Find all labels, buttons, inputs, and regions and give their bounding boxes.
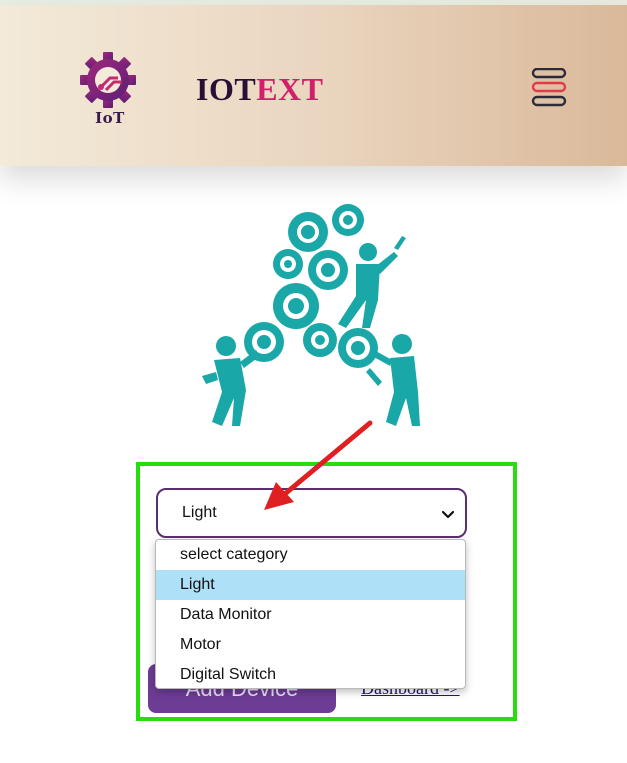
annotation-arrow-icon bbox=[264, 420, 373, 510]
people-with-gears-illustration bbox=[202, 204, 420, 426]
category-select-value: Light bbox=[182, 504, 217, 521]
category-dropdown-list: select category Light Data Monitor Motor… bbox=[155, 539, 466, 689]
hamburger-menu-icon[interactable] bbox=[529, 68, 569, 108]
option-motor[interactable]: Motor bbox=[156, 630, 465, 660]
site-header: IoT IOTEXT bbox=[0, 5, 627, 166]
option-data-monitor[interactable]: Data Monitor bbox=[156, 600, 465, 630]
option-light[interactable]: Light bbox=[156, 570, 465, 600]
brand-title[interactable]: IOTEXT bbox=[196, 71, 323, 108]
logo-text: IoT bbox=[95, 109, 125, 127]
chevron-down-icon bbox=[441, 510, 455, 519]
brand-title-part2: EXT bbox=[256, 71, 324, 107]
option-select-category[interactable]: select category bbox=[156, 540, 465, 570]
brand-title-part1: IOT bbox=[196, 71, 257, 107]
option-digital-switch[interactable]: Digital Switch bbox=[156, 660, 465, 688]
